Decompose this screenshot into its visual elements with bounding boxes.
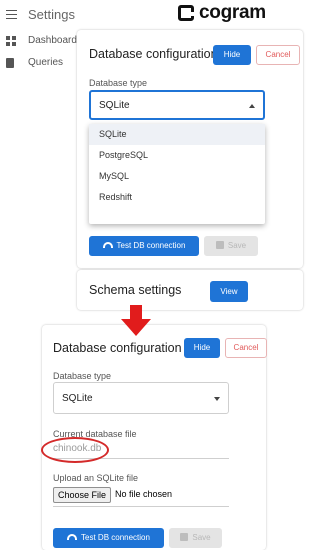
sidebar: Dashboard Queries [0, 30, 80, 74]
choose-file-button[interactable]: Choose File [53, 487, 111, 503]
sidebar-item-dashboard[interactable]: Dashboard [0, 30, 80, 52]
schema-card-title: Schema settings [89, 283, 182, 297]
book-icon [6, 58, 14, 68]
wifi-icon [67, 534, 78, 540]
save-label: Save [192, 533, 211, 542]
save-button[interactable]: Save [169, 528, 222, 548]
upload-underline [53, 506, 229, 507]
cogram-logo-icon [178, 5, 194, 21]
view-button[interactable]: View [210, 281, 248, 302]
sidebar-item-label: Dashboard [28, 35, 77, 46]
test-connection-button[interactable]: Test DB connection [53, 528, 164, 548]
save-icon [215, 241, 224, 249]
save-icon [180, 533, 189, 541]
annotation-circle [41, 437, 109, 463]
cancel-button[interactable]: Cancel [225, 338, 267, 358]
sidebar-item-label: Queries [28, 57, 64, 68]
test-connection-button[interactable]: Test DB connection [89, 236, 199, 256]
card-title: Database configuration [89, 47, 218, 61]
db-type-label: Database type [53, 371, 112, 381]
db-type-dropdown: SQLite PostgreSQL MySQL Redshift [89, 124, 265, 224]
before-state-panel: Settings cogram Dashboard Queries Databa… [0, 0, 303, 310]
chevron-down-icon [214, 397, 220, 401]
screenshot-composite: Settings cogram Dashboard Queries Databa… [0, 0, 303, 550]
card-title: Database configuration [53, 341, 182, 355]
upload-label: Upload an SQLite file [53, 473, 139, 483]
save-button[interactable]: Save [204, 236, 258, 256]
down-arrow-icon [121, 305, 151, 336]
db-type-label: Database type [89, 78, 148, 88]
chevron-up-icon [249, 104, 255, 108]
db-type-value: SQLite [62, 393, 93, 404]
dashboard-icon [6, 36, 16, 46]
test-connection-label: Test DB connection [81, 533, 150, 542]
save-label: Save [227, 241, 247, 250]
option-mysql[interactable]: MySQL [89, 166, 265, 187]
logo: cogram [178, 2, 266, 24]
cancel-button[interactable]: Cancel [256, 45, 300, 65]
option-sqlite[interactable]: SQLite [89, 124, 265, 145]
top-bar: Settings cogram [0, 0, 303, 28]
hide-button[interactable]: Hide [184, 338, 220, 358]
option-postgresql[interactable]: PostgreSQL [89, 145, 265, 166]
wifi-icon [102, 242, 113, 248]
option-redshift[interactable]: Redshift [89, 187, 265, 208]
app-title: Settings [28, 7, 75, 22]
db-type-select[interactable]: SQLite [89, 90, 265, 120]
no-file-text: No file chosen [115, 489, 173, 499]
menu-icon[interactable] [6, 10, 17, 19]
test-connection-label: Test DB connection [116, 241, 186, 250]
db-type-value: SQLite [99, 100, 130, 111]
hide-button[interactable]: Hide [213, 45, 251, 65]
db-type-select[interactable]: SQLite [53, 382, 229, 414]
logo-text: cogram [199, 2, 266, 23]
sidebar-item-queries[interactable]: Queries [0, 52, 80, 74]
